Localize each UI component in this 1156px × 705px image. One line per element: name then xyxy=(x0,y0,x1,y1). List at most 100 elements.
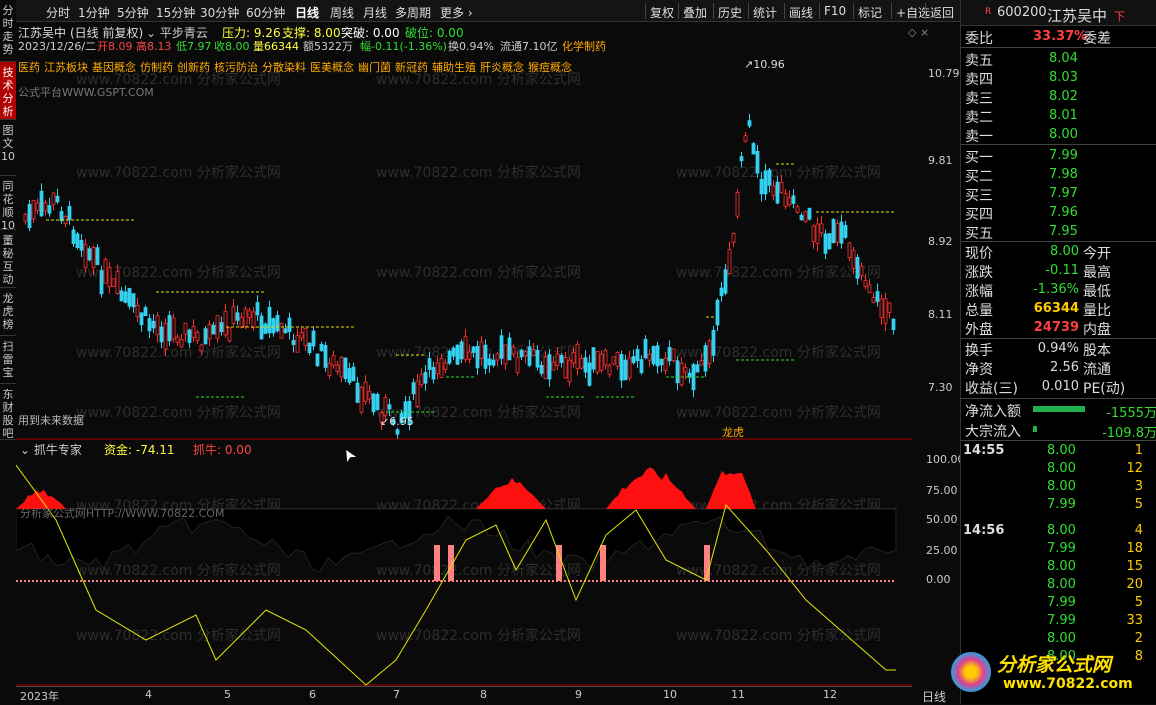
stat-label-2: 内盘 xyxy=(1083,322,1111,338)
candle-body xyxy=(435,362,440,374)
candle-body xyxy=(251,311,256,329)
sidebar-tab-3[interactable]: 同花顺10 xyxy=(0,176,16,232)
tick-price: 8.00 xyxy=(1047,479,1076,494)
toolbar-right-3[interactable]: 统计 xyxy=(753,4,777,21)
toolbar-10[interactable]: 更多 › xyxy=(440,4,473,21)
sidebar-tab-4[interactable]: 董秘互动 xyxy=(0,230,16,288)
candle-body xyxy=(751,143,756,155)
ohlc-sector[interactable]: 化学制药 xyxy=(562,38,606,54)
sidebar-tab-1[interactable]: 技术分析 xyxy=(0,62,16,120)
toolbar-right-6[interactable]: 标记 xyxy=(858,4,882,21)
candle-body xyxy=(743,135,748,142)
candle-body xyxy=(723,269,728,294)
time-tick: 4 xyxy=(145,688,152,701)
toolbar-0[interactable]: 分时 xyxy=(46,4,70,21)
concept-tag[interactable]: 江苏板块 xyxy=(44,61,88,74)
stat2-label: 净资 xyxy=(965,362,993,378)
candle-body xyxy=(131,293,136,308)
concept-tag[interactable]: 基因概念 xyxy=(92,61,136,74)
concept-tag[interactable]: 创新药 xyxy=(177,61,210,74)
candle-body xyxy=(655,345,660,367)
concept-tag[interactable]: 核污防治 xyxy=(214,61,258,74)
toolbar-9[interactable]: 多周期 xyxy=(395,4,431,21)
concept-tag[interactable]: 仿制药 xyxy=(140,61,173,74)
toolbar-divider xyxy=(748,3,749,19)
site-watermark: www.70822.com 分析家公式网 xyxy=(376,164,581,181)
flow-label: 净流入额 xyxy=(965,404,1021,420)
candle-body xyxy=(291,340,296,345)
price-tick: 8.92 xyxy=(928,235,953,248)
time-tick: 10 xyxy=(663,688,677,701)
toolbar-right-0[interactable]: 复权 xyxy=(650,4,674,21)
concept-tag[interactable]: 辅助生殖 xyxy=(432,61,476,74)
toolbar-right-1[interactable]: 叠加 xyxy=(683,4,707,21)
tick-price: 7.99 xyxy=(1047,541,1076,556)
toolbar-2[interactable]: 5分钟 xyxy=(117,4,149,21)
concept-tag[interactable]: 肝炎概念 xyxy=(480,61,524,74)
toolbar-right-8[interactable]: 返回 xyxy=(930,4,954,21)
concept-tag[interactable]: 猴痘概念 xyxy=(528,61,572,74)
toolbar-6[interactable]: 日线 xyxy=(295,4,319,21)
toolbar-7[interactable]: 周线 xyxy=(330,4,354,21)
toolbar-1[interactable]: 1分钟 xyxy=(78,4,110,21)
sidebar-tab-7[interactable]: 东财股吧 xyxy=(0,384,16,440)
candle-body xyxy=(191,326,196,338)
sidebar-tab-6[interactable]: 扫雷宝 xyxy=(0,336,16,384)
toolbar-right-5[interactable]: F10 xyxy=(824,4,846,18)
concept-tag[interactable]: 新冠药 xyxy=(395,61,428,74)
concept-tag[interactable]: 医药 xyxy=(18,61,40,74)
candle-body xyxy=(727,248,732,275)
candle-body xyxy=(695,364,700,373)
candle-body xyxy=(867,284,872,294)
bull-value: 抓牛: 0.00 xyxy=(193,443,252,457)
candle-body xyxy=(879,298,884,318)
toolbar-divider xyxy=(713,3,714,19)
ask-label: 卖五 xyxy=(965,53,993,69)
settings-diamond-icon[interactable]: ◇ × xyxy=(908,26,929,39)
candle-body xyxy=(371,393,376,413)
ohlc-date: 2023/12/26/二 xyxy=(18,40,97,53)
sidebar-tab-5[interactable]: 龙虎榜 xyxy=(0,288,16,336)
indicator-chart[interactable]: www.70822.com 分析家公式网 www.70822.com 分析家公式网… xyxy=(16,440,912,686)
candle-body xyxy=(683,367,688,373)
toolbar-4[interactable]: 30分钟 xyxy=(200,4,239,21)
flow-value: -109.8万 xyxy=(1102,426,1156,441)
candle-body xyxy=(839,221,844,244)
tick-volume: 4 xyxy=(1134,523,1143,538)
toolbar-3[interactable]: 15分钟 xyxy=(156,4,195,21)
candle-body xyxy=(659,358,664,366)
menu-down-icon[interactable]: 下 xyxy=(1114,8,1125,24)
candle-body xyxy=(455,344,460,365)
candle-body xyxy=(287,317,292,332)
bid-label: 买五 xyxy=(965,226,993,242)
sidebar-tab-0[interactable]: 分时走势 xyxy=(0,0,16,62)
toolbar-8[interactable]: 月线 xyxy=(363,4,387,21)
bid-ratio-label: 委比 xyxy=(965,31,993,47)
candle-body xyxy=(707,340,712,364)
sub-indicator-name[interactable]: ⌄ 抓牛专家 xyxy=(20,441,82,458)
candle-body xyxy=(411,382,416,395)
stat-label: 现价 xyxy=(965,246,993,262)
candle-body xyxy=(855,256,860,279)
toolbar-right-2[interactable]: 历史 xyxy=(718,4,742,21)
candle-body xyxy=(39,190,44,217)
concept-tag[interactable]: 分散染料 xyxy=(262,61,306,74)
candle-body xyxy=(27,204,32,229)
sidebar-tab-2[interactable]: 图文10 xyxy=(0,120,16,176)
period-label[interactable]: 日线 xyxy=(922,688,946,705)
stat2-value: 2.56 xyxy=(1050,360,1079,375)
candle-body xyxy=(763,170,768,195)
concept-tag[interactable]: 幽门菌 xyxy=(358,61,391,74)
candle-body xyxy=(719,287,724,297)
candle-body xyxy=(355,382,360,403)
candle-body xyxy=(739,156,744,162)
toolbar-right-4[interactable]: 画线 xyxy=(789,4,813,21)
toolbar-5[interactable]: 60分钟 xyxy=(246,4,285,21)
concept-tag[interactable]: 医美概念 xyxy=(310,61,354,74)
sub-tick: 50.00 xyxy=(926,513,958,526)
candle-body xyxy=(823,233,828,254)
ask-label: 卖一 xyxy=(965,129,993,145)
logo-title: 分析家公式网 xyxy=(997,654,1112,676)
bid-label: 买二 xyxy=(965,169,993,185)
candle-body xyxy=(803,210,808,223)
